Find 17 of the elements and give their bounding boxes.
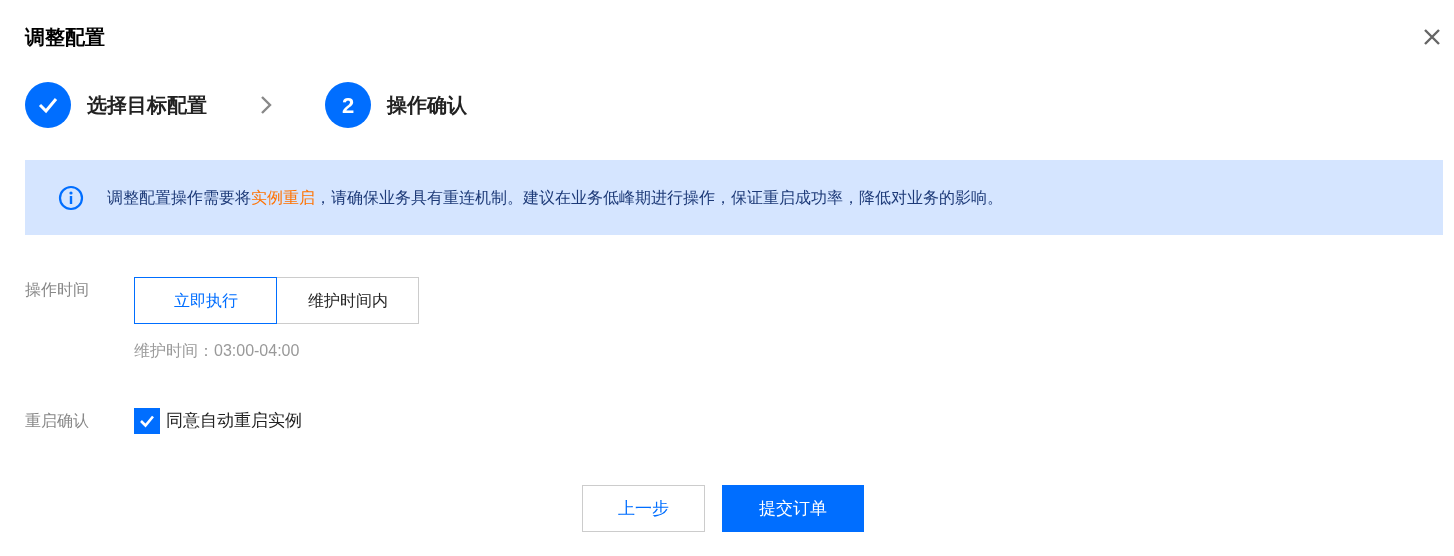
checkbox-label: 同意自动重启实例: [166, 410, 302, 433]
dialog-title: 调整配置: [25, 25, 105, 50]
alert-message: 调整配置操作需要将实例重启，请确保业务具有重连机制。建议在业务低峰期进行操作，保证重启成功率，降低对业务的影响。: [107, 187, 1003, 208]
info-icon: [58, 184, 84, 211]
submit-button[interactable]: 提交订单: [721, 485, 864, 532]
field-label: 重启确认: [25, 411, 90, 431]
step-label: 选择目标配置: [87, 93, 207, 118]
chevron-icon: [259, 94, 273, 116]
segment-option[interactable]: 维护时间内: [276, 277, 419, 324]
back-button[interactable]: 上一步: [581, 485, 705, 532]
hint-text: 维护时间：03:00-04:00: [134, 341, 301, 361]
field-label: 操作时间: [25, 280, 90, 300]
close-icon: [1423, 28, 1441, 46]
checkbox[interactable]: [134, 408, 160, 434]
step-label: 操作确认: [387, 93, 467, 118]
segment-option[interactable]: 立即执行: [134, 277, 277, 324]
step-number: 2: [325, 82, 371, 128]
